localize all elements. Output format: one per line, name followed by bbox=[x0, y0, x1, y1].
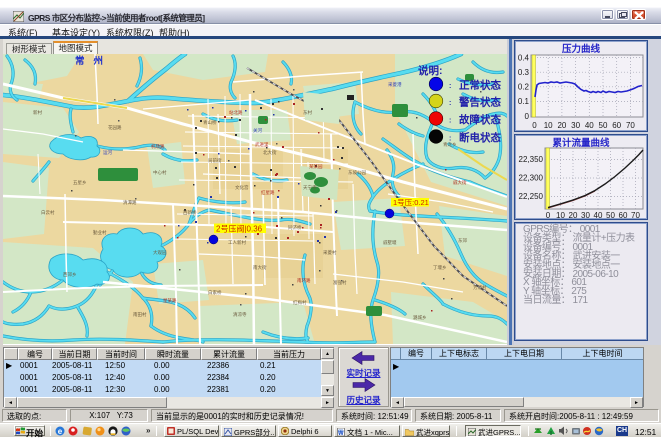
svg-text:站北路: 站北路 bbox=[229, 109, 243, 116]
svg-text:红星路: 红星路 bbox=[261, 189, 275, 196]
svg-text:中心村: 中心村 bbox=[153, 169, 167, 176]
svg-text:同济桥: 同济桥 bbox=[288, 224, 302, 231]
svg-text:南环路: 南环路 bbox=[297, 277, 311, 284]
svg-text:2号压阀|0.36: 2号压阀|0.36 bbox=[216, 225, 263, 234]
svg-text:戚墅堰: 戚墅堰 bbox=[383, 239, 397, 246]
svg-text:天宁寺: 天宁寺 bbox=[303, 184, 317, 191]
svg-text:东坡公园: 东坡公园 bbox=[348, 169, 366, 176]
svg-text:10: 10 bbox=[544, 121, 553, 130]
svg-text:红梅村: 红梅村 bbox=[293, 299, 307, 306]
svg-text::: : bbox=[449, 83, 451, 90]
svg-text:芳渚村: 芳渚村 bbox=[473, 284, 487, 291]
svg-text:0: 0 bbox=[546, 211, 551, 219]
svg-text:40: 40 bbox=[594, 211, 603, 219]
svg-text:采菱村: 采菱村 bbox=[323, 249, 337, 256]
svg-text:西郊乡: 西郊乡 bbox=[63, 271, 77, 278]
svg-text:70: 70 bbox=[626, 121, 635, 130]
svg-text:星某路: 星某路 bbox=[163, 297, 177, 304]
svg-text:0.4: 0.4 bbox=[518, 54, 530, 63]
svg-text::: : bbox=[449, 136, 451, 143]
svg-text:西新桥: 西新桥 bbox=[183, 209, 197, 216]
svg-text:机场路: 机场路 bbox=[151, 143, 165, 150]
svg-text:30: 30 bbox=[571, 121, 580, 130]
svg-text:青山桥: 青山桥 bbox=[203, 119, 217, 126]
svg-text:戚大街: 戚大街 bbox=[453, 179, 467, 186]
svg-text:断电状态: 断电状态 bbox=[459, 131, 501, 144]
svg-text:故障状态: 故障状态 bbox=[459, 113, 501, 126]
svg-text:大观园: 大观园 bbox=[153, 249, 167, 256]
svg-text:五星乡: 五星乡 bbox=[73, 180, 87, 185]
svg-text:运河: 运河 bbox=[103, 149, 112, 156]
svg-text::: : bbox=[449, 100, 451, 107]
svg-text:白云村: 白云村 bbox=[41, 209, 55, 216]
svg-text:常州: 常州 bbox=[75, 55, 112, 67]
svg-text:东郊: 东郊 bbox=[458, 237, 467, 244]
svg-text:W: W bbox=[338, 431, 344, 436]
svg-text:0.3: 0.3 bbox=[518, 68, 530, 77]
svg-text:e: e bbox=[58, 427, 63, 436]
svg-text:0: 0 bbox=[532, 121, 537, 130]
svg-text:白家桥: 白家桥 bbox=[208, 289, 222, 296]
svg-text:工人新村: 工人新村 bbox=[228, 239, 246, 246]
svg-text:20: 20 bbox=[569, 211, 578, 219]
svg-text:0.1: 0.1 bbox=[518, 97, 530, 106]
svg-text::: : bbox=[449, 118, 451, 125]
svg-text:1号压:0.21: 1号压:0.21 bbox=[393, 198, 429, 207]
svg-text:0.2: 0.2 bbox=[518, 83, 530, 92]
svg-text:清潭路: 清潭路 bbox=[123, 199, 137, 206]
svg-text:文化宫: 文化宫 bbox=[235, 184, 249, 191]
svg-text:南田村: 南田村 bbox=[133, 311, 147, 318]
svg-text:累计流量曲线: 累计流量曲线 bbox=[552, 137, 610, 149]
svg-text:武进里: 武进里 bbox=[255, 141, 269, 148]
svg-text:30: 30 bbox=[581, 211, 590, 219]
svg-text:压力曲线: 压力曲线 bbox=[562, 43, 601, 55]
svg-text:60: 60 bbox=[612, 121, 621, 130]
svg-text:富强村: 富强村 bbox=[333, 279, 347, 286]
svg-text:70: 70 bbox=[631, 211, 640, 219]
svg-text:局前街: 局前街 bbox=[208, 157, 222, 164]
svg-text:22,300: 22,300 bbox=[519, 174, 544, 183]
svg-text:正常状态: 正常状态 bbox=[459, 79, 501, 92]
svg-text:0: 0 bbox=[525, 112, 530, 121]
svg-text:东村: 东村 bbox=[303, 109, 312, 115]
svg-text:北大街: 北大街 bbox=[263, 149, 277, 156]
svg-text:22,250: 22,250 bbox=[519, 192, 544, 201]
svg-text:花园路: 花园路 bbox=[108, 124, 122, 131]
svg-text:50: 50 bbox=[599, 121, 608, 130]
svg-text:40: 40 bbox=[585, 121, 594, 130]
svg-text:丁堰乡: 丁堰乡 bbox=[433, 264, 447, 270]
svg-text:清凉寺: 清凉寺 bbox=[233, 311, 247, 318]
svg-text:10: 10 bbox=[556, 211, 565, 219]
svg-text:60: 60 bbox=[619, 211, 628, 219]
svg-text:警告状态: 警告状态 bbox=[458, 96, 501, 109]
svg-text:说明:: 说明: bbox=[418, 64, 443, 77]
svg-text:关河: 关河 bbox=[253, 127, 262, 134]
svg-text:50: 50 bbox=[606, 211, 615, 219]
svg-text:南大街: 南大街 bbox=[253, 264, 267, 271]
svg-text:新村: 新村 bbox=[33, 109, 42, 116]
svg-text:22,350: 22,350 bbox=[519, 155, 544, 164]
svg-text:20: 20 bbox=[557, 121, 566, 130]
svg-text:采菱港: 采菱港 bbox=[388, 81, 402, 88]
svg-text:勤业村: 勤业村 bbox=[93, 229, 107, 236]
svg-text:潞城乡: 潞城乡 bbox=[413, 314, 427, 321]
